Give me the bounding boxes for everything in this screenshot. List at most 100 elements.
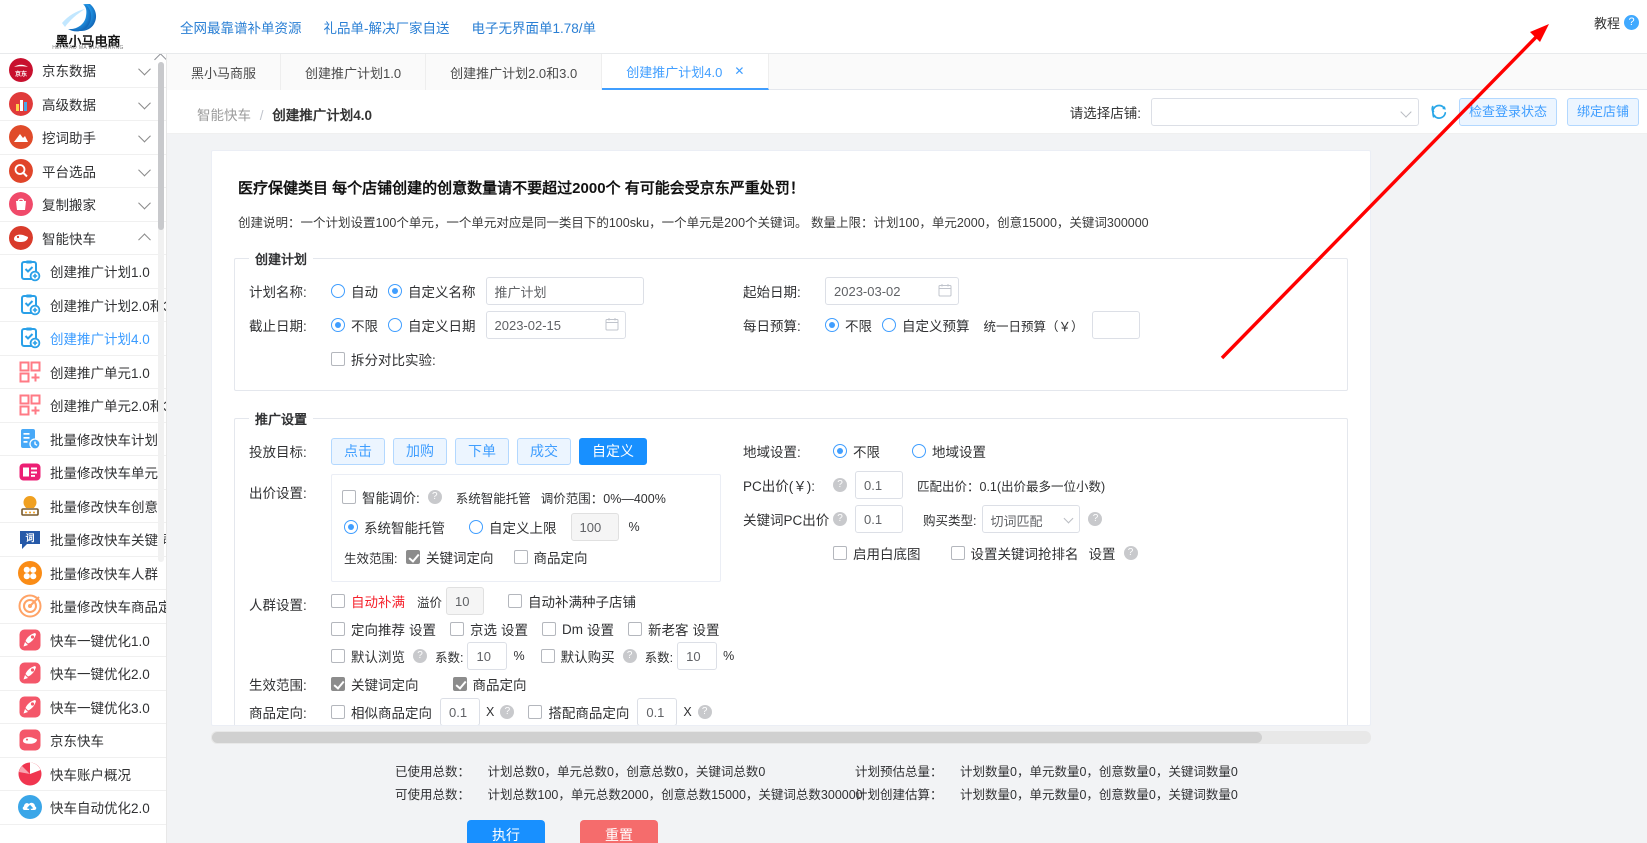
goal-button-4[interactable]: 成交 (517, 437, 571, 465)
help-icon[interactable]: ? (413, 649, 427, 663)
help-icon[interactable]: ? (833, 512, 847, 526)
crowd-scope-keyword-checkbox[interactable]: 关键词定向 (331, 674, 419, 694)
start-date-picker[interactable] (825, 277, 959, 305)
sidebar-group-5[interactable]: 复制搬家 (0, 188, 166, 222)
help-icon[interactable]: ? (1088, 512, 1103, 526)
plan-name-custom-radio[interactable]: 自定义名称 (388, 281, 476, 301)
region-unlimited-radio[interactable]: 不限 (833, 441, 880, 461)
goal-button-2[interactable]: 加购 (393, 437, 447, 465)
chevron-up-icon[interactable] (138, 233, 151, 246)
similar-product-checkbox[interactable]: 相似商品定向 (331, 702, 432, 722)
sidebar-item-11[interactable]: 批量修改快车商品定向 (0, 590, 166, 624)
tab-2[interactable]: 创建推广计划1.0 (281, 54, 427, 90)
crowd-target-setting-link[interactable]: 设置 (409, 619, 436, 639)
auto-fill-checkbox[interactable]: 自动补满 (331, 591, 405, 611)
bid-mode-custom-radio[interactable]: 自定义上限 (469, 517, 557, 537)
crowd-target-checkbox-1[interactable]: 定向推荐 设置 (331, 619, 436, 639)
horizontal-scrollbar-thumb[interactable] (212, 732, 1262, 743)
sidebar-item-4[interactable]: 创建推广单元1.0 (0, 355, 166, 389)
tutorial-link[interactable]: 教程 ? (1594, 13, 1639, 32)
refresh-icon[interactable] (1429, 102, 1449, 122)
pc-bid-input[interactable] (855, 471, 903, 499)
custom-cap-input[interactable] (570, 513, 619, 541)
tab-3[interactable]: 创建推广计划2.0和3.0 (426, 54, 603, 90)
crowd-target-setting-link[interactable]: 设置 (693, 619, 720, 639)
crowd-target-checkbox-2[interactable]: 京选 设置 (450, 619, 528, 639)
end-date-input[interactable] (485, 311, 626, 339)
similar-product-input[interactable] (440, 698, 480, 725)
sidebar-item-13[interactable]: 快车一键优化2.0 (0, 657, 166, 691)
sidebar-item-2[interactable]: 创建推广计划2.0和3.0 (0, 288, 166, 322)
check-login-status-button[interactable]: 检查登录状态 (1458, 98, 1557, 126)
help-icon[interactable]: ? (622, 649, 637, 663)
sidebar-item-12[interactable]: 快车一键优化1.0 (0, 623, 166, 657)
shop-select[interactable] (1150, 98, 1419, 126)
smart-adjust-checkbox[interactable]: 智能调价: (342, 487, 420, 507)
daily-budget-custom-radio[interactable]: 自定义预算 (882, 315, 970, 335)
browse-coef-input[interactable] (467, 642, 508, 670)
promo-link-1[interactable]: 全网最靠谱补单资源 (180, 17, 302, 37)
plan-name-auto-radio[interactable]: 自动 (331, 281, 378, 301)
execute-button[interactable]: 执行 (467, 820, 545, 843)
buy-type-select[interactable]: 切词匹配 (982, 505, 1081, 533)
help-icon[interactable]: ? (500, 705, 515, 719)
tab-4[interactable]: 创建推广计划4.0 ✕ (602, 54, 770, 90)
kw-rank-checkbox[interactable]: 设置关键词抢排名 (950, 543, 1079, 563)
sidebar-item-15[interactable]: 京东快车 (0, 724, 166, 758)
white-bg-checkbox[interactable]: 启用白底图 (833, 543, 921, 563)
daily-budget-unlimited-radio[interactable]: 不限 (825, 315, 872, 335)
sidebar-item-10[interactable]: 批量修改快车人群 (0, 556, 166, 590)
end-date-unlimited-radio[interactable]: 不限 (331, 315, 378, 335)
match-product-input[interactable] (637, 698, 678, 725)
sidebar-item-1[interactable]: 创建推广计划1.0 (0, 255, 166, 289)
promo-link-3[interactable]: 电子无界面单1.78/单 (472, 17, 597, 37)
sidebar-group-2[interactable]: 高级数据 (0, 88, 166, 121)
goal-button-3[interactable]: 下单 (455, 437, 509, 465)
chevron-down-icon[interactable] (138, 96, 151, 110)
bind-shop-button[interactable]: 绑定店铺 (1566, 98, 1639, 126)
sidebar-group-6[interactable]: 智能快车 (0, 222, 166, 255)
premium-input[interactable] (446, 587, 485, 615)
bid-scope-keyword-checkbox[interactable]: 关键词定向 (406, 547, 494, 567)
crowd-target-setting-link[interactable]: 设置 (587, 619, 614, 639)
crowd-scope-product-checkbox[interactable]: 商品定向 (452, 674, 527, 694)
sidebar-item-8[interactable]: 批量修改快车创意 (0, 489, 166, 523)
bid-scope-product-checkbox[interactable]: 商品定向 (513, 547, 588, 567)
end-date-picker[interactable] (485, 311, 626, 339)
help-icon[interactable]: ? (833, 478, 847, 492)
sidebar-scrollbar-thumb[interactable] (158, 62, 164, 230)
brand-logo[interactable]: 黑小马电商 HEI XIAO MA DIAN SHANG (42, 2, 134, 52)
sidebar-item-17[interactable]: 快车自动优化2.0 (0, 791, 166, 825)
kw-pc-bid-input[interactable] (855, 505, 903, 533)
sidebar-item-9[interactable]: 词 批量修改快车关键词 (0, 523, 166, 557)
end-date-custom-radio[interactable]: 自定义日期 (388, 315, 476, 335)
sidebar-item-16[interactable]: 快车账户概况 (0, 757, 166, 791)
region-custom-radio[interactable]: 地域设置 (912, 441, 986, 461)
chevron-down-icon[interactable] (138, 196, 151, 210)
unified-budget-input[interactable] (1091, 311, 1140, 339)
sidebar-item-6[interactable]: 批量修改快车计划 (0, 422, 166, 456)
sidebar-item-3[interactable]: 创建推广计划4.0 (0, 322, 166, 356)
crowd-target-checkbox-3[interactable]: Dm 设置 (542, 619, 614, 639)
chevron-down-icon[interactable] (138, 163, 151, 177)
help-icon[interactable]: ? (1123, 546, 1138, 560)
close-icon[interactable]: ✕ (734, 64, 744, 78)
sidebar-item-7[interactable]: 批量修改快车单元 (0, 456, 166, 490)
sidebar-group-3[interactable]: 挖词助手 (0, 121, 166, 155)
sidebar-item-5[interactable]: 创建推广单元2.0和3.0 (0, 389, 166, 423)
promo-link-2[interactable]: 礼品单-解决厂家自送 (324, 17, 450, 37)
default-buy-checkbox[interactable]: 默认购买 (540, 646, 615, 666)
auto-fill-seed-checkbox[interactable]: 自动补满种子店铺 (508, 591, 636, 611)
sidebar-item-14[interactable]: 快车一键优化3.0 (0, 690, 166, 724)
bid-mode-system-radio[interactable]: 系统智能托管 (344, 517, 445, 537)
chevron-down-icon[interactable] (138, 129, 151, 143)
buy-coef-input[interactable] (677, 642, 718, 670)
tab-1[interactable]: 黑小马商服 (167, 54, 282, 90)
kw-rank-setting-link[interactable]: 设置 (1089, 543, 1116, 563)
help-icon[interactable]: ? (697, 705, 712, 719)
start-date-input[interactable] (825, 277, 959, 305)
plan-name-input[interactable] (485, 277, 644, 305)
horizontal-scrollbar-track[interactable] (211, 731, 1371, 744)
match-product-checkbox[interactable]: 搭配商品定向 (528, 702, 629, 722)
sidebar-group-1[interactable]: 京东 京东数据 (0, 54, 166, 88)
